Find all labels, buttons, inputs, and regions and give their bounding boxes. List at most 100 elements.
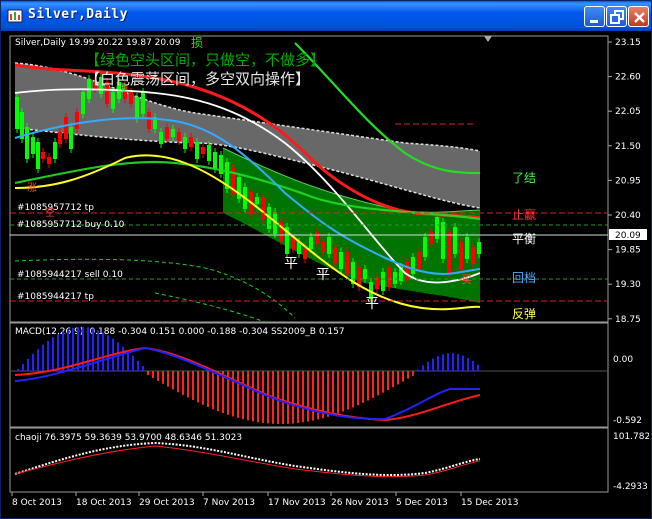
macd-bar [307,371,309,422]
macd-bar [252,371,254,422]
macd-bar [347,371,349,410]
price-tick-label: 23.15 [615,38,641,48]
macd-bar [182,371,184,395]
macd-bar [152,371,154,379]
candle-body [459,242,463,269]
macd-bar [172,371,174,390]
candle-body [213,152,217,169]
macd-bar [107,335,109,371]
macd-bar [442,354,444,371]
time-tick-label: 8 Oct 2013 [12,498,62,508]
macd-bar [437,355,439,371]
price-tick-label: 20.95 [615,176,641,186]
candle-body [81,92,85,114]
macd-bar [17,369,19,371]
candle-body [327,237,331,254]
macd-bar [387,371,389,391]
price-tick-label: 21.50 [615,142,641,152]
candle-body [321,242,325,251]
candle-body [111,92,115,109]
macd-bar [122,346,124,371]
macd-bar [412,371,414,376]
macd-bar [467,357,469,371]
candle-body [255,197,259,204]
macd-bar [417,369,419,371]
candle-body [387,267,391,287]
chaoji-tick-0: 101.7827 [613,432,649,442]
macd-bar [202,371,204,405]
time-tick-label: 15 Dec 2013 [461,498,519,508]
macd-bar [197,371,199,403]
candle-body [129,92,133,104]
candle-body [177,132,181,141]
macd-bar [22,363,24,371]
price-tick-label: 20.40 [615,211,641,221]
minimize-icon [590,20,598,23]
macd-bar [52,337,54,371]
macd-bar [257,371,259,423]
candle-body [435,217,439,239]
chaoji-red-line [14,445,481,478]
macd-bar [377,371,379,396]
candle-body [441,222,445,259]
close-button[interactable] [628,6,649,27]
candle-body [64,117,68,139]
macd-bar [397,371,399,385]
macd-bar [187,371,189,398]
candle-body [345,252,349,274]
chart-shift-marker[interactable] [484,36,492,42]
macd-bar [262,371,264,423]
candle-body [423,237,427,257]
time-tick-label: 18 Oct 2013 [76,498,132,508]
macd-bar [27,358,29,371]
label-huidang: 回档 [512,271,536,285]
macd-bar [232,371,234,417]
macd-bar [362,371,364,403]
candle-body [417,252,421,269]
candle-body [36,142,40,169]
price-tick-label: 22.05 [615,107,641,117]
chart-area[interactable]: Silver,Daily 19.99 20.22 19.87 20.09 损 【… [5,33,649,515]
macd-bar [207,371,209,408]
candle-body [53,142,57,159]
mark-ping-3: 平 [365,296,379,312]
macd-bar [312,371,314,421]
macd-bar [62,331,64,371]
macd-bar [102,332,104,371]
banner-line-1: 【绿色空头区间，只做空，不做多】 [85,51,325,69]
chaoji-tick-1: -4.2933 [613,482,648,492]
mark-qiang: 强 [116,82,126,94]
candle-body [47,157,51,164]
candle-body [477,242,481,254]
macd-bar [452,353,454,371]
macd-bar [447,353,449,371]
macd-bar [287,371,289,424]
macd-tick-0: 0.00 [613,355,633,365]
macd-header: MACD(12,26,9) -0.188 -0.304 0.151 0.000 … [15,327,345,337]
candle-body [41,152,45,159]
time-tick-label: 5 Dec 2013 [396,498,448,508]
candle-body [25,127,29,159]
current-price: 20.09 [615,231,641,241]
time-tick-label: 7 Nov 2013 [203,498,255,508]
mark-mai: 买 [461,273,472,286]
candle-body [393,272,397,284]
candle-body [411,257,415,274]
title-bar[interactable]: Silver,Daily [1,1,651,31]
candle-body [261,197,265,219]
macd-bar [32,353,34,371]
macd-bar [292,371,294,424]
minimize-button[interactable] [584,6,605,27]
mt4-chart-window: Silver,Daily Silver,Daily 19.99 20.22 19… [0,0,652,519]
candle-body [381,272,385,291]
chart-canvas[interactable]: Silver,Daily 19.99 20.22 19.87 20.09 损 【… [5,33,649,515]
maximize-button[interactable] [606,6,627,27]
macd-bar [332,371,334,416]
macd-bar [297,371,299,424]
sun-label: 损 [191,36,203,50]
candle-body [465,237,469,259]
macd-tick-1: -0.592 [613,416,642,426]
macd-bar [477,364,479,371]
mark-zhang: 涨 [27,182,37,194]
chart-window-icon [7,9,23,23]
